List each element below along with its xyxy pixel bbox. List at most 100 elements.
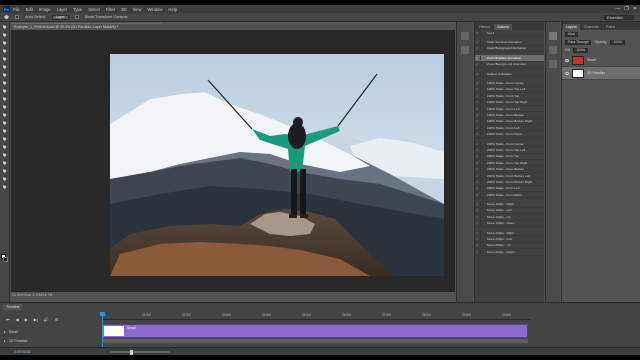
dialog-toggle[interactable] [480, 62, 485, 67]
dialog-toggle[interactable] [480, 208, 485, 213]
edit-toolbar-icon[interactable] [2, 184, 8, 190]
chevron-right-icon[interactable]: ▸ [4, 339, 6, 343]
move-tool-icon[interactable] [2, 24, 8, 30]
brush-tool-icon[interactable] [2, 80, 8, 86]
dialog-toggle[interactable] [480, 147, 485, 152]
marquee-tool-icon[interactable] [2, 32, 8, 38]
background-color-swatch[interactable] [3, 257, 8, 262]
zoom-slider-knob[interactable] [130, 349, 133, 355]
dialog-toggle[interactable] [480, 202, 485, 207]
tab-layers[interactable]: Layers [563, 24, 580, 30]
adjustments-panel-icon[interactable] [549, 60, 557, 68]
dialog-toggle[interactable] [480, 243, 485, 248]
zoom-tool-icon[interactable] [2, 176, 8, 182]
dialog-toggle[interactable] [480, 249, 485, 254]
visibility-eye-icon[interactable] [565, 58, 569, 62]
close-button[interactable]: ✕ [633, 6, 637, 12]
menu-layer[interactable]: Layer [57, 7, 67, 12]
next-frame-button[interactable]: ▶| [34, 317, 38, 322]
first-frame-button[interactable]: ⏮ [6, 317, 10, 322]
time-ruler[interactable]: 0001:00f02:00f03:00f04:00f05:00f06:00f07… [102, 312, 530, 320]
dialog-toggle[interactable] [480, 81, 485, 86]
menu-view[interactable]: View [133, 7, 142, 12]
dialog-toggle[interactable] [480, 230, 485, 235]
shape-tool-icon[interactable] [2, 160, 8, 166]
menu-image[interactable]: Image [39, 7, 51, 12]
menu-help[interactable]: Help [168, 7, 177, 12]
dialog-toggle[interactable] [480, 46, 485, 51]
autoselect-dropdown[interactable]: Layer [51, 14, 69, 20]
dialog-toggle[interactable] [480, 186, 485, 191]
stamp-tool-icon[interactable] [2, 88, 8, 94]
tab-channels[interactable]: Channels [581, 24, 602, 30]
dialog-toggle[interactable] [480, 119, 485, 124]
audio-icon[interactable]: 🔊 [44, 317, 49, 322]
timeline-clip-track[interactable] [102, 339, 528, 343]
dialog-toggle[interactable] [480, 125, 485, 130]
menu-type[interactable]: Type [73, 7, 82, 12]
pen-tool-icon[interactable] [2, 136, 8, 142]
dialog-toggle[interactable] [480, 93, 485, 98]
action-item[interactable]: ✓ Move 200px - Down [475, 249, 544, 256]
dialog-toggle[interactable] [480, 237, 485, 242]
dialog-toggle[interactable] [480, 173, 485, 178]
play-action-icon[interactable] [549, 32, 557, 40]
menu-3d[interactable]: 3D [121, 7, 126, 12]
dialog-toggle[interactable] [480, 106, 485, 111]
crop-tool-icon[interactable] [2, 56, 8, 62]
menu-edit[interactable]: Edit [26, 7, 33, 12]
quick-select-tool-icon[interactable] [2, 48, 8, 54]
autoselect-checkbox[interactable] [15, 15, 19, 19]
chevron-right-icon[interactable]: ▸ [4, 330, 6, 334]
history-brush-tool-icon[interactable] [2, 96, 8, 102]
dialog-toggle[interactable] [480, 192, 485, 197]
dialog-toggle[interactable] [480, 167, 485, 172]
menu-filter[interactable]: Filter [106, 7, 115, 12]
timeline-zoom-slider[interactable] [110, 349, 170, 355]
dialog-toggle[interactable] [480, 221, 485, 226]
fill-field[interactable]: 100% [573, 47, 588, 53]
document-tab[interactable]: Example_1_Finished.psd @ 33.3% (3D Paral… [11, 23, 161, 30]
workspace-select[interactable]: Essentials [604, 15, 634, 20]
tab-actions[interactable]: Actions [494, 24, 512, 30]
tab-history[interactable]: History [476, 24, 493, 30]
dialog-toggle[interactable] [480, 112, 485, 117]
layer-row[interactable]: 3D Parallax [562, 67, 640, 80]
dialog-toggle[interactable] [480, 87, 485, 92]
gradient-tool-icon[interactable] [2, 112, 8, 118]
blend-mode-select[interactable]: Pass Through [565, 39, 592, 45]
dodge-tool-icon[interactable] [2, 128, 8, 134]
kind-filter-select[interactable]: Kind [565, 31, 578, 37]
properties-panel-icon[interactable] [461, 46, 469, 54]
lasso-tool-icon[interactable] [2, 40, 8, 46]
track-small[interactable]: ▸ Small [4, 327, 18, 336]
dialog-toggle[interactable] [480, 179, 485, 184]
maximize-button[interactable]: ❐ [624, 6, 628, 12]
minimize-button[interactable]: — [615, 6, 620, 12]
timeline-tab[interactable]: Timeline [3, 304, 23, 310]
move-tool-icon[interactable] [4, 14, 9, 20]
eraser-tool-icon[interactable] [2, 104, 8, 110]
settings-icon[interactable]: ⚙ [55, 317, 59, 322]
layer-row[interactable]: Small [562, 54, 640, 67]
dialog-toggle[interactable] [480, 132, 485, 137]
track-3d-parallax[interactable]: ▸ 3D Parallax [4, 336, 27, 345]
healing-tool-icon[interactable] [2, 72, 8, 78]
play-button[interactable]: ▶ [25, 317, 28, 322]
dialog-toggle[interactable] [480, 71, 485, 76]
tab-paths[interactable]: Paths [603, 24, 618, 30]
dialog-toggle[interactable] [480, 160, 485, 165]
blur-tool-icon[interactable] [2, 120, 8, 126]
path-select-tool-icon[interactable] [2, 152, 8, 158]
dialog-toggle[interactable] [480, 141, 485, 146]
previous-frame-button[interactable]: ◀ [16, 317, 19, 322]
opacity-field[interactable]: 100% [610, 39, 625, 45]
history-panel-icon[interactable] [461, 32, 469, 40]
hand-tool-icon[interactable] [2, 168, 8, 174]
visibility-eye-icon[interactable] [565, 71, 569, 75]
type-tool-icon[interactable] [2, 144, 8, 150]
canvas-image[interactable] [110, 54, 444, 276]
timeline-clip[interactable]: Small [102, 324, 528, 338]
menu-select[interactable]: Select [88, 7, 100, 12]
dialog-toggle[interactable] [480, 100, 485, 105]
